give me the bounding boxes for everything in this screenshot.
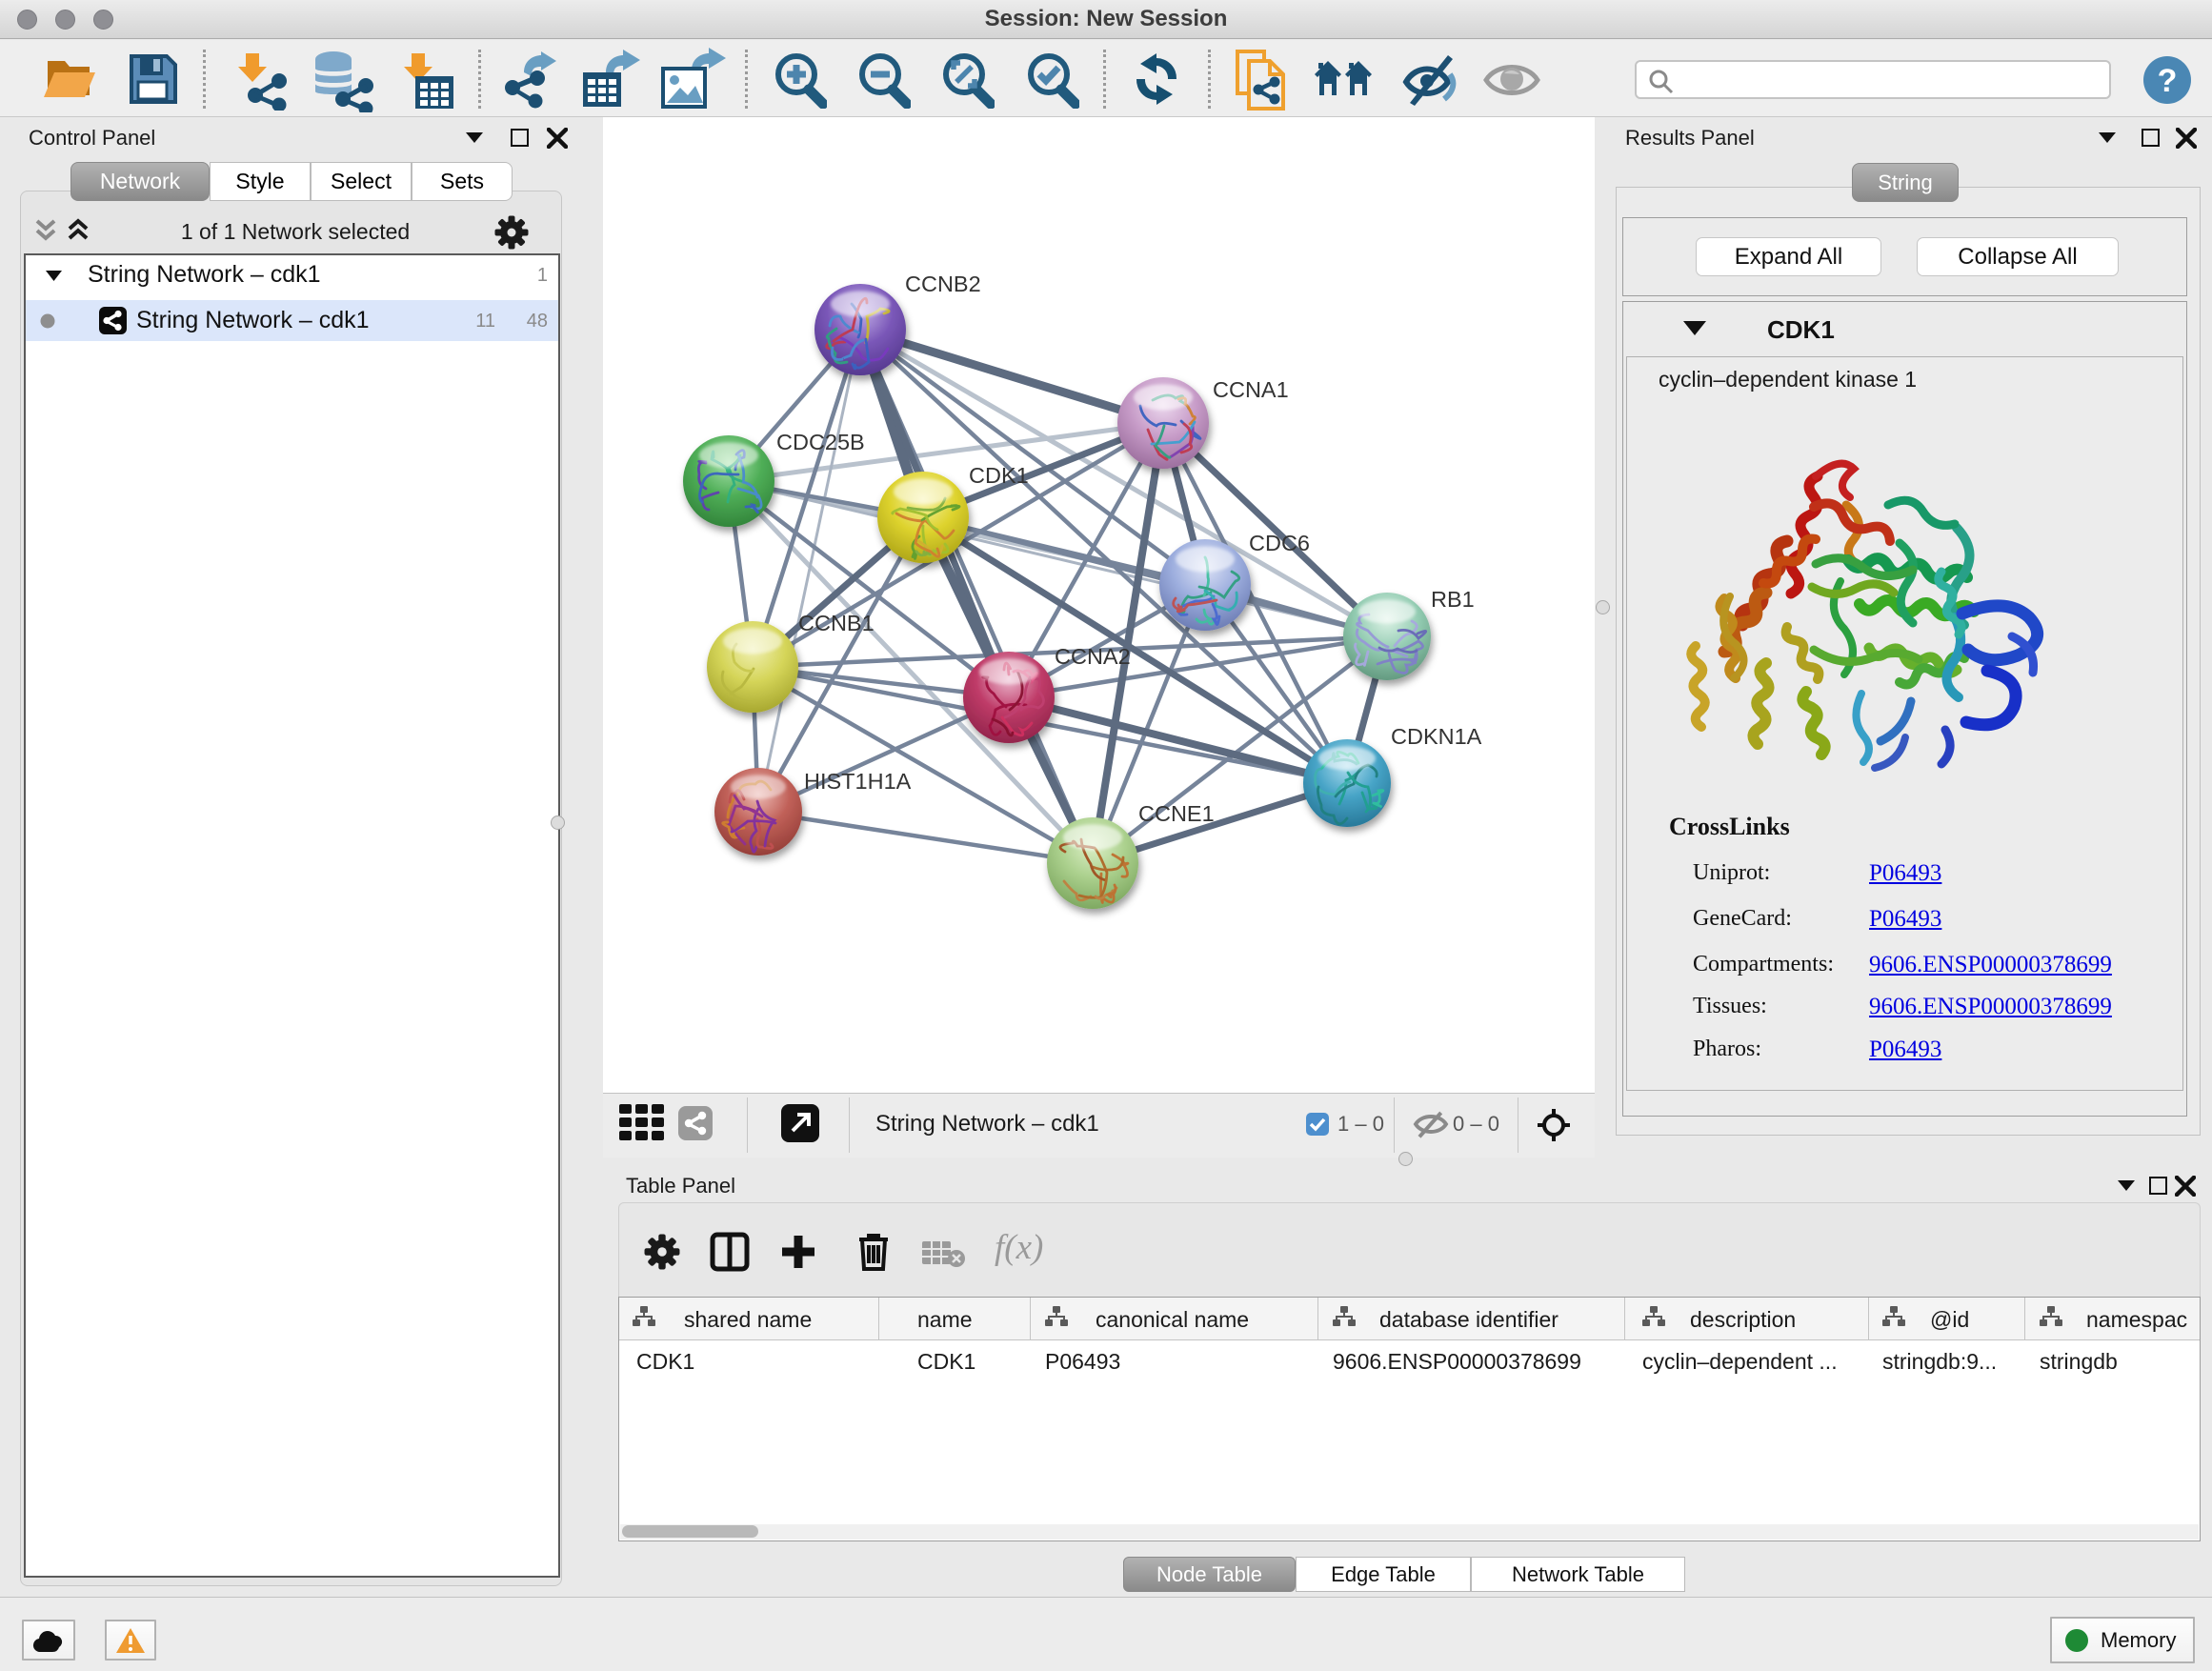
svg-text:RB1: RB1 [1431,587,1475,612]
svg-text:HIST1H1A: HIST1H1A [804,769,912,794]
svg-text:CCNA2: CCNA2 [1055,644,1131,669]
svg-text:CCNB2: CCNB2 [905,272,981,296]
svg-text:CDC25B: CDC25B [776,430,865,454]
svg-text:?: ? [2158,63,2178,99]
svg-text:CDC6: CDC6 [1249,531,1310,555]
svg-text:CDKN1A: CDKN1A [1391,724,1482,749]
svg-text:CCNE1: CCNE1 [1138,801,1215,826]
svg-text:CDK1: CDK1 [969,463,1029,488]
svg-text:CCNA1: CCNA1 [1213,377,1289,402]
svg-text:CCNB1: CCNB1 [798,611,875,635]
